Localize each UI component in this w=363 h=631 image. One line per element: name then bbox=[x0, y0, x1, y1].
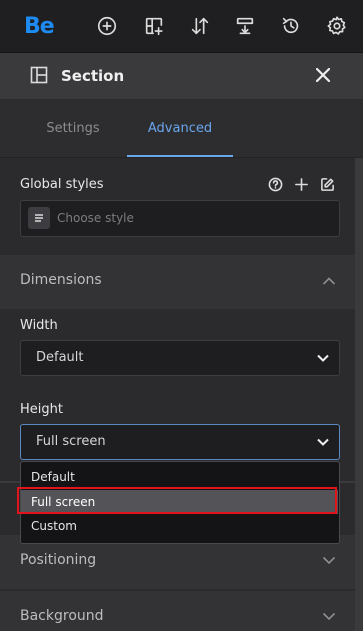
section-header bbox=[0, 53, 363, 100]
download-icon[interactable] bbox=[233, 14, 257, 38]
style-list-icon bbox=[28, 207, 50, 229]
chevron-down-icon[interactable] bbox=[322, 611, 336, 621]
scrollbar[interactable] bbox=[355, 158, 363, 631]
chevron-up-icon[interactable] bbox=[322, 276, 336, 286]
option-default[interactable]: Default bbox=[31, 469, 75, 485]
height-label: Height bbox=[20, 402, 63, 417]
highlight-outline bbox=[17, 487, 337, 514]
option-custom[interactable]: Custom bbox=[31, 518, 77, 534]
global-styles-actions bbox=[268, 177, 336, 193]
dimensions-title: Dimensions bbox=[20, 272, 102, 288]
history-icon[interactable] bbox=[279, 14, 303, 38]
layout-add-icon[interactable] bbox=[142, 14, 166, 38]
close-icon[interactable] bbox=[312, 64, 334, 86]
add-style-icon[interactable] bbox=[294, 177, 310, 193]
edit-style-icon[interactable] bbox=[320, 177, 336, 193]
height-value: Full screen bbox=[36, 434, 106, 449]
help-icon[interactable] bbox=[268, 177, 284, 193]
section-title: Section bbox=[61, 67, 125, 85]
width-label: Width bbox=[20, 318, 58, 333]
style-placeholder: Choose style bbox=[57, 211, 134, 225]
tab-settings[interactable]: Settings bbox=[20, 100, 126, 157]
chevron-down-icon[interactable] bbox=[316, 353, 330, 363]
width-value: Default bbox=[36, 350, 84, 365]
background-title: Background bbox=[20, 608, 104, 624]
global-styles-label: Global styles bbox=[20, 177, 104, 192]
gear-icon[interactable] bbox=[325, 14, 349, 38]
chevron-down-icon[interactable] bbox=[316, 437, 330, 447]
add-icon[interactable] bbox=[95, 14, 119, 38]
tab-advanced[interactable]: Advanced bbox=[127, 100, 233, 157]
section-layout-icon bbox=[30, 66, 48, 84]
chevron-down-icon[interactable] bbox=[322, 555, 336, 565]
sort-icon[interactable] bbox=[188, 14, 212, 38]
positioning-title: Positioning bbox=[20, 552, 97, 568]
app-logo[interactable]: Be bbox=[24, 12, 64, 42]
